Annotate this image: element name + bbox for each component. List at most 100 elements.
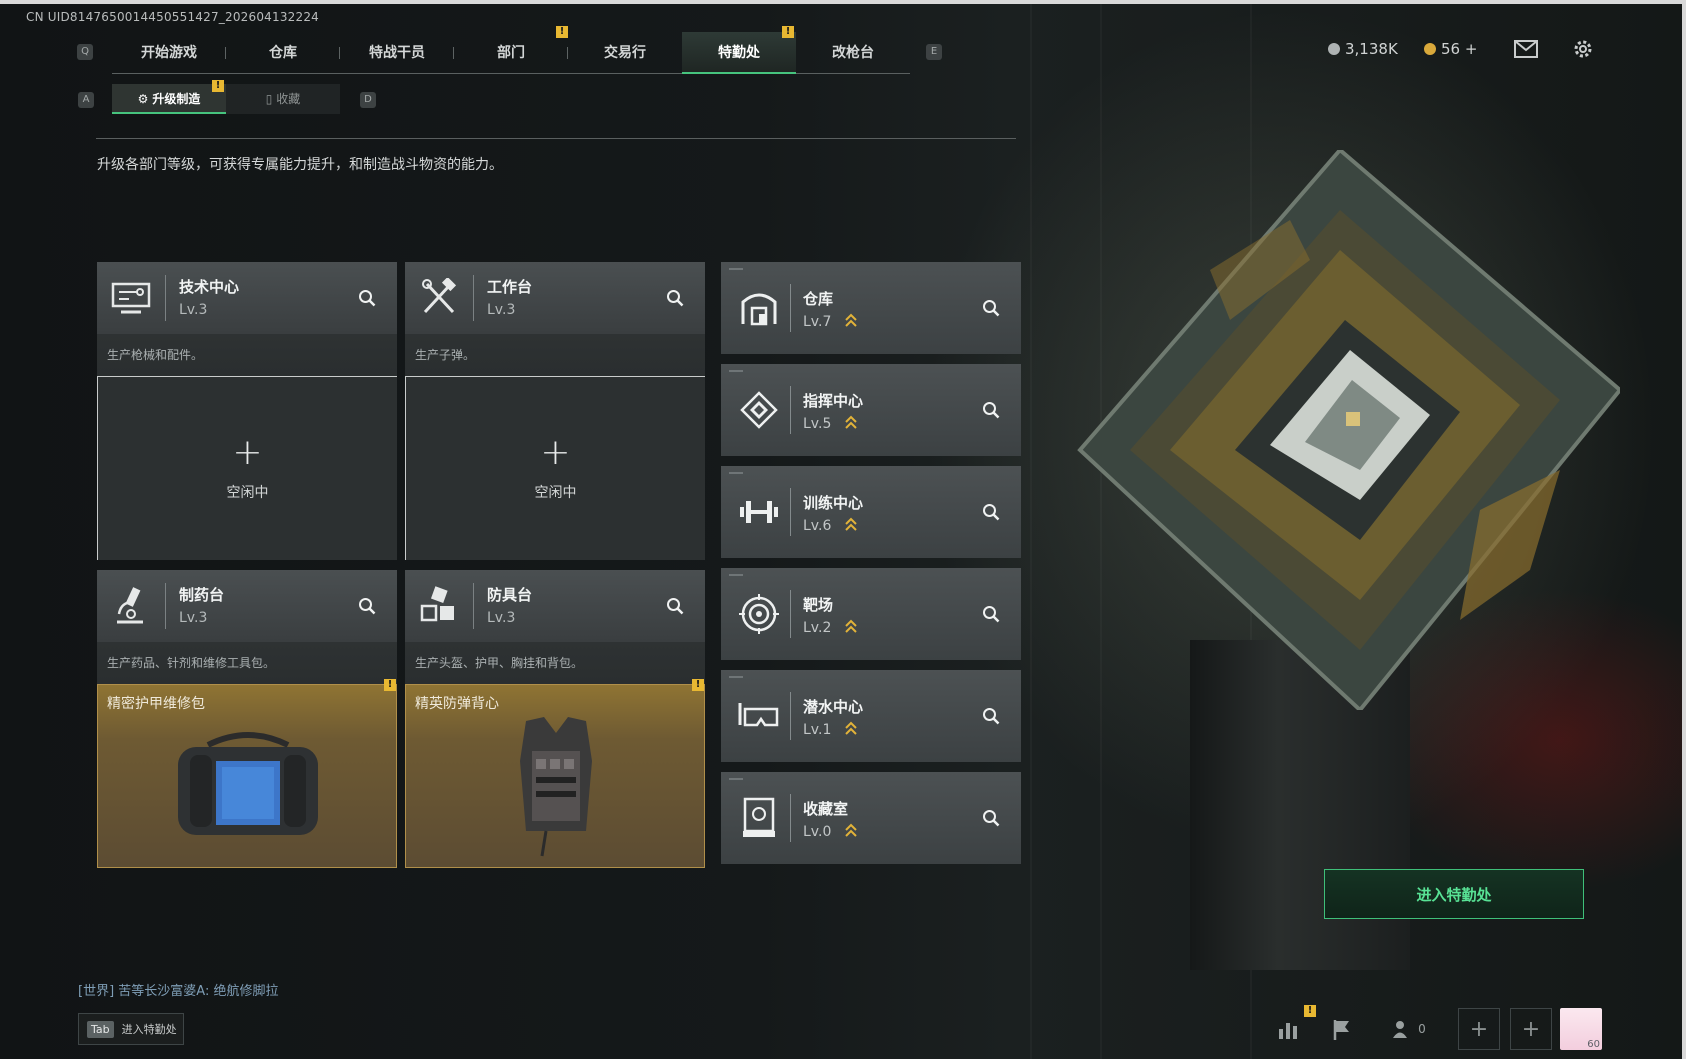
card-level: Lv.3 [487, 302, 516, 318]
silver-currency[interactable]: 3,138K [1328, 40, 1398, 58]
intro-text: 升级各部门等级，可获得专属能力提升，和制造战斗物资的能力。 [97, 157, 503, 173]
friends-count: 0 [1418, 1022, 1426, 1036]
dept-shooting-range[interactable]: 靶场 Lv.2 [721, 568, 1021, 660]
dept-collection-room[interactable]: 收藏室 Lv.0 [721, 772, 1021, 864]
card-armor-bench: 防具台 Lv.3 生产头盔、护甲、胸挂和背包。 ! 精英防弹背心 [405, 570, 705, 868]
dept-name: 训练中心 [803, 494, 864, 512]
dept-level: Lv.1 [803, 722, 832, 738]
flag-icon[interactable] [1322, 1008, 1362, 1050]
dept-level: Lv.6 [803, 518, 832, 534]
tab-shortcut-hint[interactable]: Tab 进入特勤处 [78, 1013, 184, 1045]
dept-diving-center[interactable]: 潜水中心 Lv.1 [721, 670, 1021, 762]
key-hint-d: D [360, 92, 376, 108]
card-title: 工作台 [487, 278, 533, 296]
search-icon[interactable] [977, 804, 1005, 832]
card-header[interactable]: 制药台 Lv.3 [97, 570, 397, 642]
add-slot-button[interactable]: + [1458, 1008, 1500, 1050]
item-name: 精英防弹背心 [415, 696, 499, 712]
tab-operators[interactable]: 特战干员 [340, 32, 454, 74]
card-workbench: 工作台 Lv.3 生产子弹。 + 空闲中 [405, 262, 705, 560]
card-header[interactable]: 技术中心 Lv.3 [97, 262, 397, 334]
tools-icon [405, 262, 473, 334]
card-title: 制药台 [179, 586, 225, 604]
tab-key: Tab [87, 1020, 114, 1038]
gear-icon[interactable] [1572, 38, 1594, 60]
stats-icon[interactable]: ! [1268, 1005, 1316, 1050]
search-icon[interactable] [977, 294, 1005, 322]
idle-slot[interactable]: + 空闲中 [405, 376, 705, 560]
dept-name: 潜水中心 [803, 698, 864, 716]
dept-command-center[interactable]: 指挥中心 Lv.5 [721, 364, 1021, 456]
dept-level: Lv.7 [803, 314, 832, 330]
dept-name: 指挥中心 [803, 392, 864, 410]
gold-currency[interactable]: 56 + [1424, 40, 1477, 58]
collection-icon: ▯ [265, 92, 273, 106]
search-icon[interactable] [977, 396, 1005, 424]
idle-slot[interactable]: + 空闲中 [97, 376, 397, 560]
search-icon[interactable] [661, 592, 689, 620]
tab-gunsmith[interactable]: 改枪台 [796, 32, 910, 74]
window-right-edge [1682, 0, 1686, 1059]
search-icon[interactable] [977, 702, 1005, 730]
notification-badge: ! [1304, 1005, 1316, 1017]
tab-collection[interactable]: ▯ 收藏 [226, 84, 340, 114]
tab-special-ops[interactable]: 特勤处 ! [682, 26, 796, 74]
search-icon[interactable] [353, 592, 381, 620]
tab-hint-label: 进入特勤处 [121, 1023, 177, 1036]
card-header[interactable]: 防具台 Lv.3 [405, 570, 705, 642]
dept-training-center[interactable]: 训练中心 Lv.6 [721, 466, 1021, 558]
world-chat-message[interactable]: [世界] 苦等长沙富婆A: 绝航修脚拉 [78, 980, 278, 999]
tab-warehouse[interactable]: 仓库 [226, 32, 340, 74]
tab-trading[interactable]: 交易行 [568, 32, 682, 74]
dept-name: 仓库 [803, 290, 834, 308]
header-divider [96, 138, 1016, 139]
card-level: Lv.3 [179, 610, 208, 626]
gold-coin-icon [1424, 43, 1436, 55]
upgrade-arrow-icon [845, 415, 857, 429]
avatar[interactable]: 60 [1560, 1008, 1602, 1050]
search-icon[interactable] [353, 284, 381, 312]
dept-level: Lv.5 [803, 416, 832, 432]
plus-icon: + [540, 432, 571, 473]
avatar-level: 60 [1587, 1039, 1600, 1050]
add-slot-button[interactable]: + [1510, 1008, 1552, 1050]
key-hint-q: Q [77, 44, 93, 60]
craft-icon: ⚙ [137, 92, 149, 106]
friends-button[interactable]: 0 [1384, 1008, 1434, 1050]
search-icon[interactable] [977, 600, 1005, 628]
notification-badge: ! [384, 679, 396, 691]
tab-upgrade-craft[interactable]: ⚙ 升级制造 ! [112, 80, 226, 114]
notification-badge: ! [212, 80, 224, 92]
idle-label: 空闲中 [534, 485, 577, 501]
card-title: 防具台 [487, 586, 533, 604]
silver-coin-icon [1328, 43, 1340, 55]
armor-vest-icon [520, 717, 592, 857]
search-icon[interactable] [661, 284, 689, 312]
target-icon [731, 586, 787, 642]
dept-warehouse[interactable]: 仓库 Lv.7 [721, 262, 1021, 354]
mail-icon[interactable] [1514, 40, 1538, 58]
tab-departments[interactable]: 部门 ! [454, 26, 568, 74]
monitor-icon [97, 262, 165, 334]
goggles-icon [731, 688, 787, 744]
item-name: 精密护甲维修包 [107, 696, 205, 712]
dept-level: Lv.0 [803, 824, 832, 840]
idle-label: 空闲中 [226, 485, 269, 501]
friends-icon [1393, 1021, 1408, 1038]
card-tech-center: 技术中心 Lv.3 生产枪械和配件。 + 空闲中 [97, 262, 397, 560]
upgrade-arrow-icon [845, 517, 857, 531]
tab-start-game[interactable]: 开始游戏 [112, 32, 226, 74]
search-icon[interactable] [977, 498, 1005, 526]
uid-label: CN UID8147650014450551427_202604132224 [26, 10, 320, 24]
crafting-item-slot[interactable]: ! 精英防弹背心 [405, 679, 705, 868]
card-level: Lv.3 [487, 610, 516, 626]
card-level: Lv.3 [179, 302, 208, 318]
crafting-item-slot[interactable]: ! 精密护甲维修包 [97, 679, 397, 868]
sub-nav: ⚙ 升级制造 ! ▯ 收藏 [112, 80, 340, 114]
key-hint-e: E [926, 44, 942, 60]
upgrade-arrow-icon [845, 721, 857, 735]
upgrade-arrow-icon [845, 823, 857, 837]
card-description: 生产枪械和配件。 [97, 334, 397, 376]
enter-special-ops-button[interactable]: 进入特勤处 [1324, 869, 1584, 919]
card-header[interactable]: 工作台 Lv.3 [405, 262, 705, 334]
